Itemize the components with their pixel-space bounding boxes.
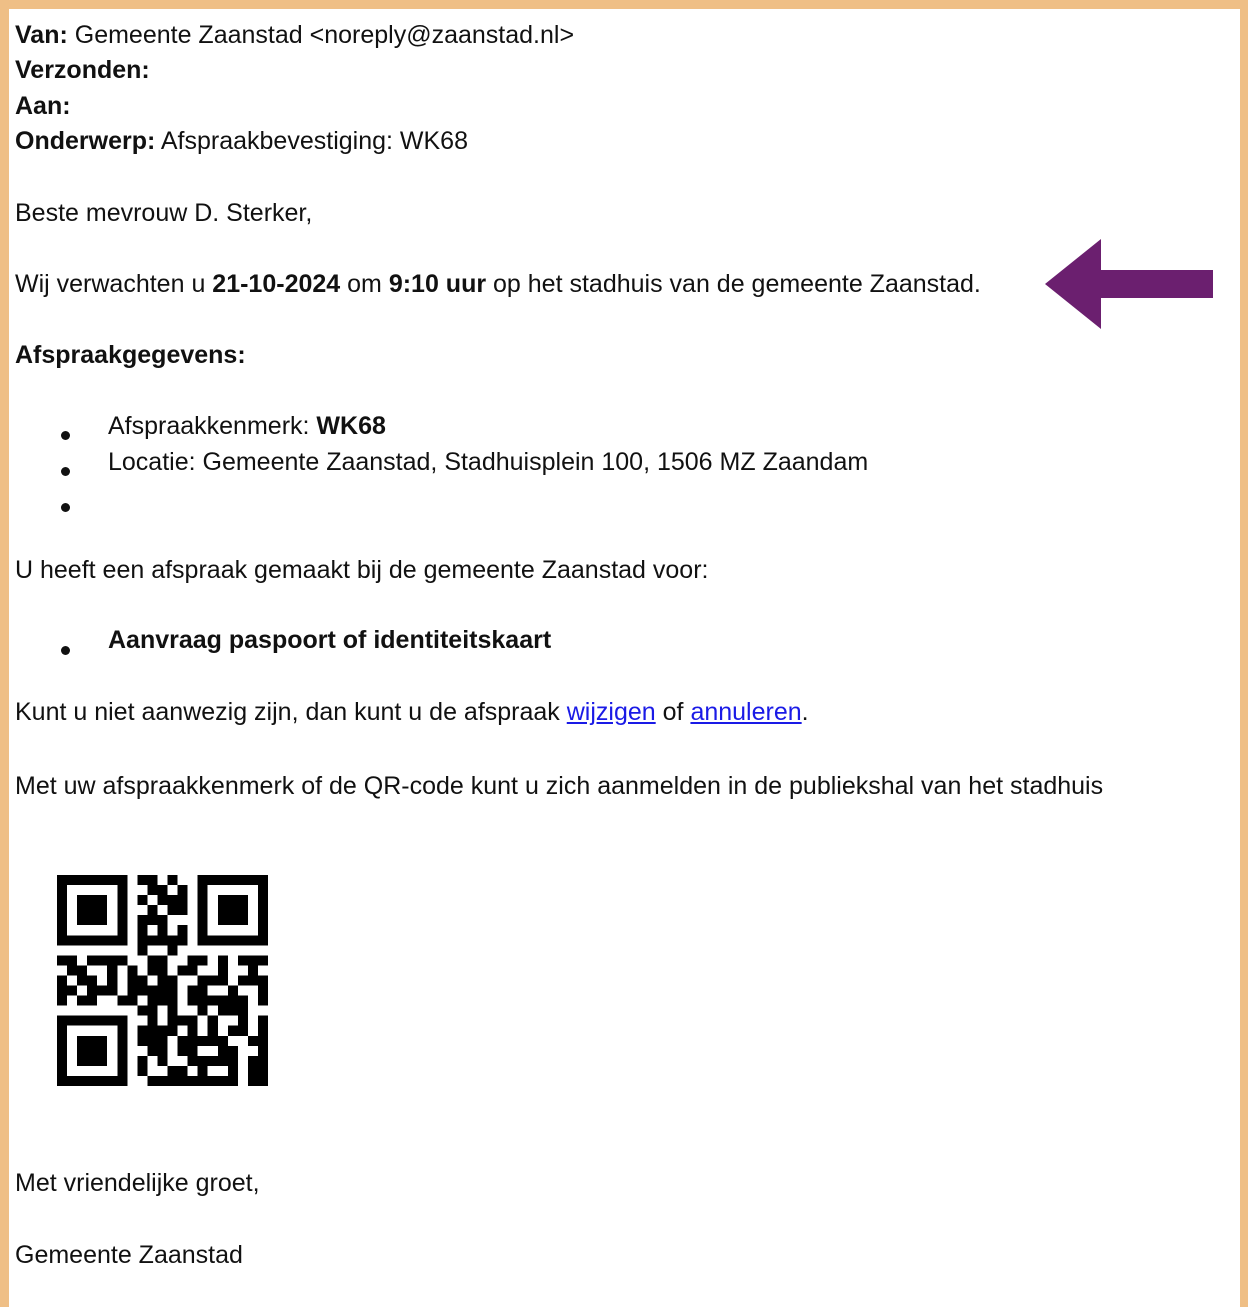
change-suffix: . [801, 698, 809, 726]
reference-value: WK68 [316, 412, 386, 440]
checkin-text: Met uw afspraakkenmerk of de QR-code kun… [15, 772, 1104, 800]
qr-code-graphic [57, 875, 268, 1086]
from-label: Van: [15, 21, 68, 49]
email-frame: Van: Gemeente Zaanstad <noreply@zaanstad… [9, 9, 1240, 1307]
expect-suffix: op het stadhuis van de gemeente Zaanstad… [486, 270, 981, 298]
location-text: Locatie: Gemeente Zaanstad, Stadhuisplei… [108, 448, 869, 476]
change-prefix: Kunt u niet aanwezig zijn, dan kunt u de… [15, 698, 567, 726]
subject-row: Onderwerp: Afspraakbevestiging: WK68 [15, 123, 468, 159]
appointment-date: 21-10-2024 [212, 270, 341, 298]
reference-text: Afspraakkenmerk: WK68 [108, 408, 386, 444]
from-value: Gemeente Zaanstad <noreply@zaanstad.nl> [74, 21, 575, 49]
bullet-icon [61, 431, 70, 440]
left-arrow-icon [1045, 237, 1215, 336]
bullet-icon [61, 503, 70, 512]
appointment-time: 9:10 uur [388, 270, 487, 298]
greeting: Beste mevrouw D. Sterker, [15, 199, 313, 227]
email-body: Van: Gemeente Zaanstad <noreply@zaanstad… [15, 9, 1240, 1307]
change-line: Kunt u niet aanwezig zijn, dan kunt u de… [15, 694, 809, 730]
subject-label: Onderwerp: [15, 127, 156, 155]
qr-code-icon [57, 875, 268, 1096]
reference-label: Afspraakkenmerk: [108, 412, 317, 440]
sent-label: Verzonden: [15, 56, 150, 84]
left-arrow-graphic [1045, 239, 1213, 329]
details-heading: Afspraakgegevens: [15, 337, 246, 373]
bullet-icon [61, 467, 70, 476]
appointment-time-line: Wij verwachten u 21-10-2024 om 9:10 uur … [15, 266, 981, 302]
change-middle: of [655, 698, 691, 726]
sent-row: Verzonden: [15, 52, 150, 88]
to-label: Aan: [15, 92, 71, 120]
closing: Met vriendelijke groet, [15, 1169, 260, 1197]
appointment-intro: U heeft een afspraak gemaakt bij de geme… [15, 556, 709, 584]
signature: Gemeente Zaanstad [15, 1241, 243, 1269]
from-row: Van: Gemeente Zaanstad <noreply@zaanstad… [15, 17, 574, 53]
to-row: Aan: [15, 88, 71, 124]
details-heading-text: Afspraakgegevens: [15, 341, 246, 369]
change-link[interactable]: wijzigen [567, 698, 656, 726]
expect-middle: om [340, 270, 389, 298]
expect-prefix: Wij verwachten u [15, 270, 213, 298]
bullet-icon [61, 646, 70, 655]
subject-value: Afspraakbevestiging: WK68 [160, 127, 468, 155]
appointment-item: Aanvraag paspoort of identiteitskaart [108, 626, 552, 654]
cancel-link[interactable]: annuleren [690, 698, 801, 726]
